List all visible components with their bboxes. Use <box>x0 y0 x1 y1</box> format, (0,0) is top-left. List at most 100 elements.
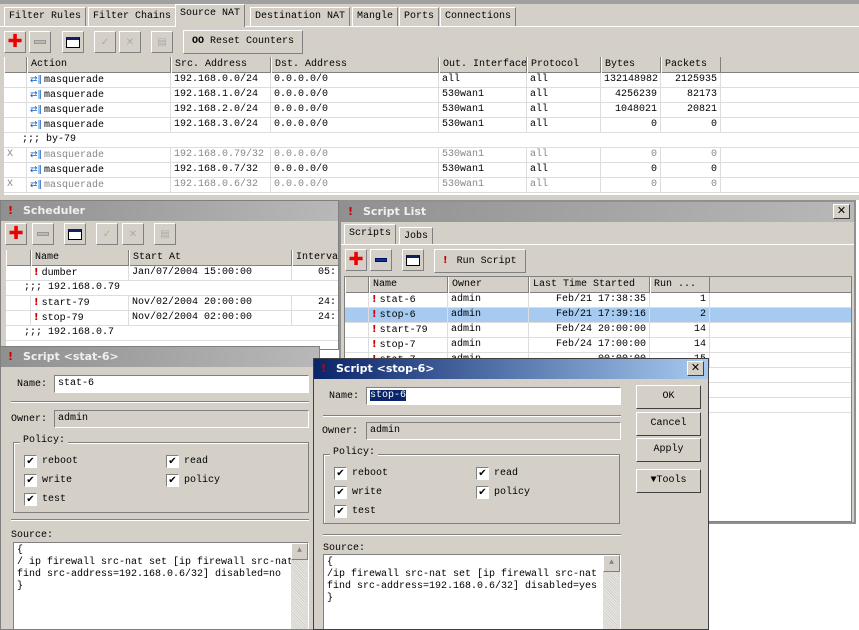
column-header[interactable]: Interval <box>292 250 338 266</box>
stop6-titlebar[interactable]: ! Script <stop-6> ✕ <box>314 359 708 379</box>
enable-button[interactable]: ✓ <box>94 31 116 53</box>
remove-button[interactable] <box>29 31 51 53</box>
table-row[interactable]: X ⇄‖ masquerade 192.168.0.79/32 0.0.0.0/0 530… <box>4 148 859 163</box>
table-row[interactable]: ! dumber Jan/07/2004 15:00:00 05: <box>6 266 338 281</box>
name-input[interactable]: stop-6 <box>366 387 621 405</box>
disable-button[interactable]: ✕ <box>122 223 144 245</box>
column-header[interactable] <box>6 250 31 266</box>
tools-button[interactable]: ▼Tools <box>636 469 701 493</box>
policy-checkbox-test[interactable]: ✔ test <box>334 505 376 518</box>
policy-checkbox-policy[interactable]: ✔ policy <box>166 474 220 487</box>
scrollbar[interactable]: ▲ <box>291 543 308 629</box>
comment-button[interactable] <box>64 223 86 245</box>
comment-button[interactable] <box>62 31 84 53</box>
cell: 132148982 <box>601 73 661 88</box>
tab-destination-nat[interactable]: Destination NAT <box>250 7 351 26</box>
table-row[interactable]: ⇄‖ masquerade 192.168.0.0/24 0.0.0.0/0 all al… <box>4 73 859 88</box>
name-input[interactable]: stat-6 <box>54 375 309 393</box>
stat6-titlebar[interactable]: ! Script <stat-6> <box>1 347 319 367</box>
checkbox-icon[interactable]: ✔ <box>334 486 347 499</box>
add-button[interactable]: ✚ <box>5 223 27 245</box>
remove-button[interactable] <box>370 249 392 271</box>
tab-source-nat[interactable]: Source NAT <box>175 4 246 27</box>
column-header[interactable]: Action <box>27 57 171 73</box>
policy-checkbox-test[interactable]: ✔ test <box>24 493 66 506</box>
table-row[interactable]: ⇄‖ masquerade 192.168.1.0/24 0.0.0.0/0 530wa… <box>4 88 859 103</box>
table-row[interactable]: ! start-79 admin Feb/24 20:00:00 14 <box>345 323 851 338</box>
cell <box>6 266 31 281</box>
table-row[interactable]: ! stat-6 admin Feb/21 17:38:35 1 <box>345 293 851 308</box>
cancel-button[interactable]: Cancel <box>636 412 701 436</box>
reset-counters-button[interactable]: OO Reset Counters <box>183 30 304 54</box>
note-icon: ▤ <box>160 228 170 240</box>
column-header[interactable]: Run ... <box>650 277 710 293</box>
table-row[interactable]: ⇄‖ masquerade 192.168.0.7/32 0.0.0.0/0 530wa… <box>4 163 859 178</box>
column-header[interactable] <box>4 57 27 73</box>
tab-scripts[interactable]: Scripts <box>344 224 397 244</box>
table-row[interactable]: ! stop-7 admin Feb/24 17:00:00 14 <box>345 338 851 353</box>
column-header[interactable]: Packets <box>661 57 721 73</box>
policy-checkbox-policy[interactable]: ✔ policy <box>476 486 530 499</box>
checkbox-icon[interactable]: ✔ <box>476 486 489 499</box>
policy-checkbox-reboot[interactable]: ✔ reboot <box>334 467 388 480</box>
tab-ports[interactable]: Ports <box>399 7 440 26</box>
table-row[interactable]: ! stop-6 admin Feb/21 17:39:16 2 <box>345 308 851 323</box>
policy-checkbox-write[interactable]: ✔ write <box>24 474 72 487</box>
checkbox-icon[interactable]: ✔ <box>24 493 37 506</box>
column-header[interactable]: Name <box>369 277 448 293</box>
disable-button[interactable]: ✕ <box>119 31 141 53</box>
cell: ! start-79 <box>369 323 448 338</box>
policy-checkbox-read[interactable]: ✔ read <box>166 455 208 468</box>
checkbox-icon[interactable]: ✔ <box>334 467 347 480</box>
checkbox-icon[interactable]: ✔ <box>334 505 347 518</box>
scheduler-titlebar[interactable]: ! Scheduler <box>1 201 338 221</box>
column-header[interactable]: Last Time Started <box>529 277 650 293</box>
column-header[interactable]: Dst. Address <box>271 57 439 73</box>
table-row[interactable]: ! start-79 Nov/02/2004 20:00:00 24: <box>6 296 338 311</box>
ok-button[interactable]: OK <box>636 385 701 409</box>
add-button[interactable]: ✚ <box>4 31 26 53</box>
enable-button[interactable]: ✓ <box>96 223 118 245</box>
policy-checkbox-write[interactable]: ✔ write <box>334 486 382 499</box>
column-header[interactable]: Protocol <box>527 57 601 73</box>
policy-checkbox-reboot[interactable]: ✔ reboot <box>24 455 78 468</box>
close-button[interactable]: ✕ <box>687 361 704 376</box>
source-textarea[interactable]: { / ip firewall src-nat set [ip firewall… <box>13 542 309 629</box>
run-script-button[interactable]: ! Run Script <box>434 249 526 273</box>
filter-button[interactable]: ▤ <box>154 223 176 245</box>
tab-jobs[interactable]: Jobs <box>399 227 434 244</box>
checkbox-icon[interactable]: ✔ <box>476 467 489 480</box>
column-header[interactable]: Out. Interface <box>439 57 527 73</box>
tab-filter-chains[interactable]: Filter Chains <box>88 7 177 26</box>
column-header[interactable] <box>345 277 369 293</box>
checkbox-icon[interactable]: ✔ <box>166 474 179 487</box>
policy-checkbox-read[interactable]: ✔ read <box>476 467 518 480</box>
tab-filter-rules[interactable]: Filter Rules <box>4 7 87 26</box>
column-header[interactable]: Bytes <box>601 57 661 73</box>
filter-button[interactable]: ▤ <box>151 31 173 53</box>
table-row[interactable]: ⇄‖ masquerade 192.168.3.0/24 0.0.0.0/0 530wa… <box>4 118 859 133</box>
close-button[interactable]: ✕ <box>833 204 850 219</box>
cell-text: start-79 <box>41 298 90 309</box>
script-list-titlebar[interactable]: ! Script List ✕ <box>341 202 854 222</box>
tab-mangle[interactable]: Mangle <box>352 7 399 26</box>
column-header[interactable]: Start At <box>129 250 292 266</box>
table-row[interactable]: ! stop-79 Nov/02/2004 02:00:00 24: <box>6 311 338 326</box>
add-button[interactable]: ✚ <box>345 249 367 271</box>
tab-connections[interactable]: Connections <box>440 7 517 26</box>
column-header[interactable]: Name <box>31 250 129 266</box>
checkbox-icon[interactable]: ✔ <box>166 455 179 468</box>
checkbox-icon[interactable]: ✔ <box>24 455 37 468</box>
column-header[interactable]: Owner <box>448 277 529 293</box>
source-textarea[interactable]: { /ip firewall src-nat set [ip firewall … <box>323 554 621 629</box>
scroll-up-icon[interactable]: ▲ <box>291 543 308 560</box>
scrollbar[interactable]: ▲ <box>603 555 620 629</box>
table-row[interactable]: ⇄‖ masquerade 192.168.2.0/24 0.0.0.0/0 530wa… <box>4 103 859 118</box>
apply-button[interactable]: Apply <box>636 438 701 462</box>
column-header[interactable]: Src. Address <box>171 57 271 73</box>
scroll-up-icon[interactable]: ▲ <box>603 555 620 572</box>
checkbox-icon[interactable]: ✔ <box>24 474 37 487</box>
table-row[interactable]: X ⇄‖ masquerade 192.168.0.6/32 0.0.0.0/0 530w… <box>4 178 859 193</box>
comment-button[interactable] <box>402 249 424 271</box>
remove-button[interactable] <box>32 223 54 245</box>
